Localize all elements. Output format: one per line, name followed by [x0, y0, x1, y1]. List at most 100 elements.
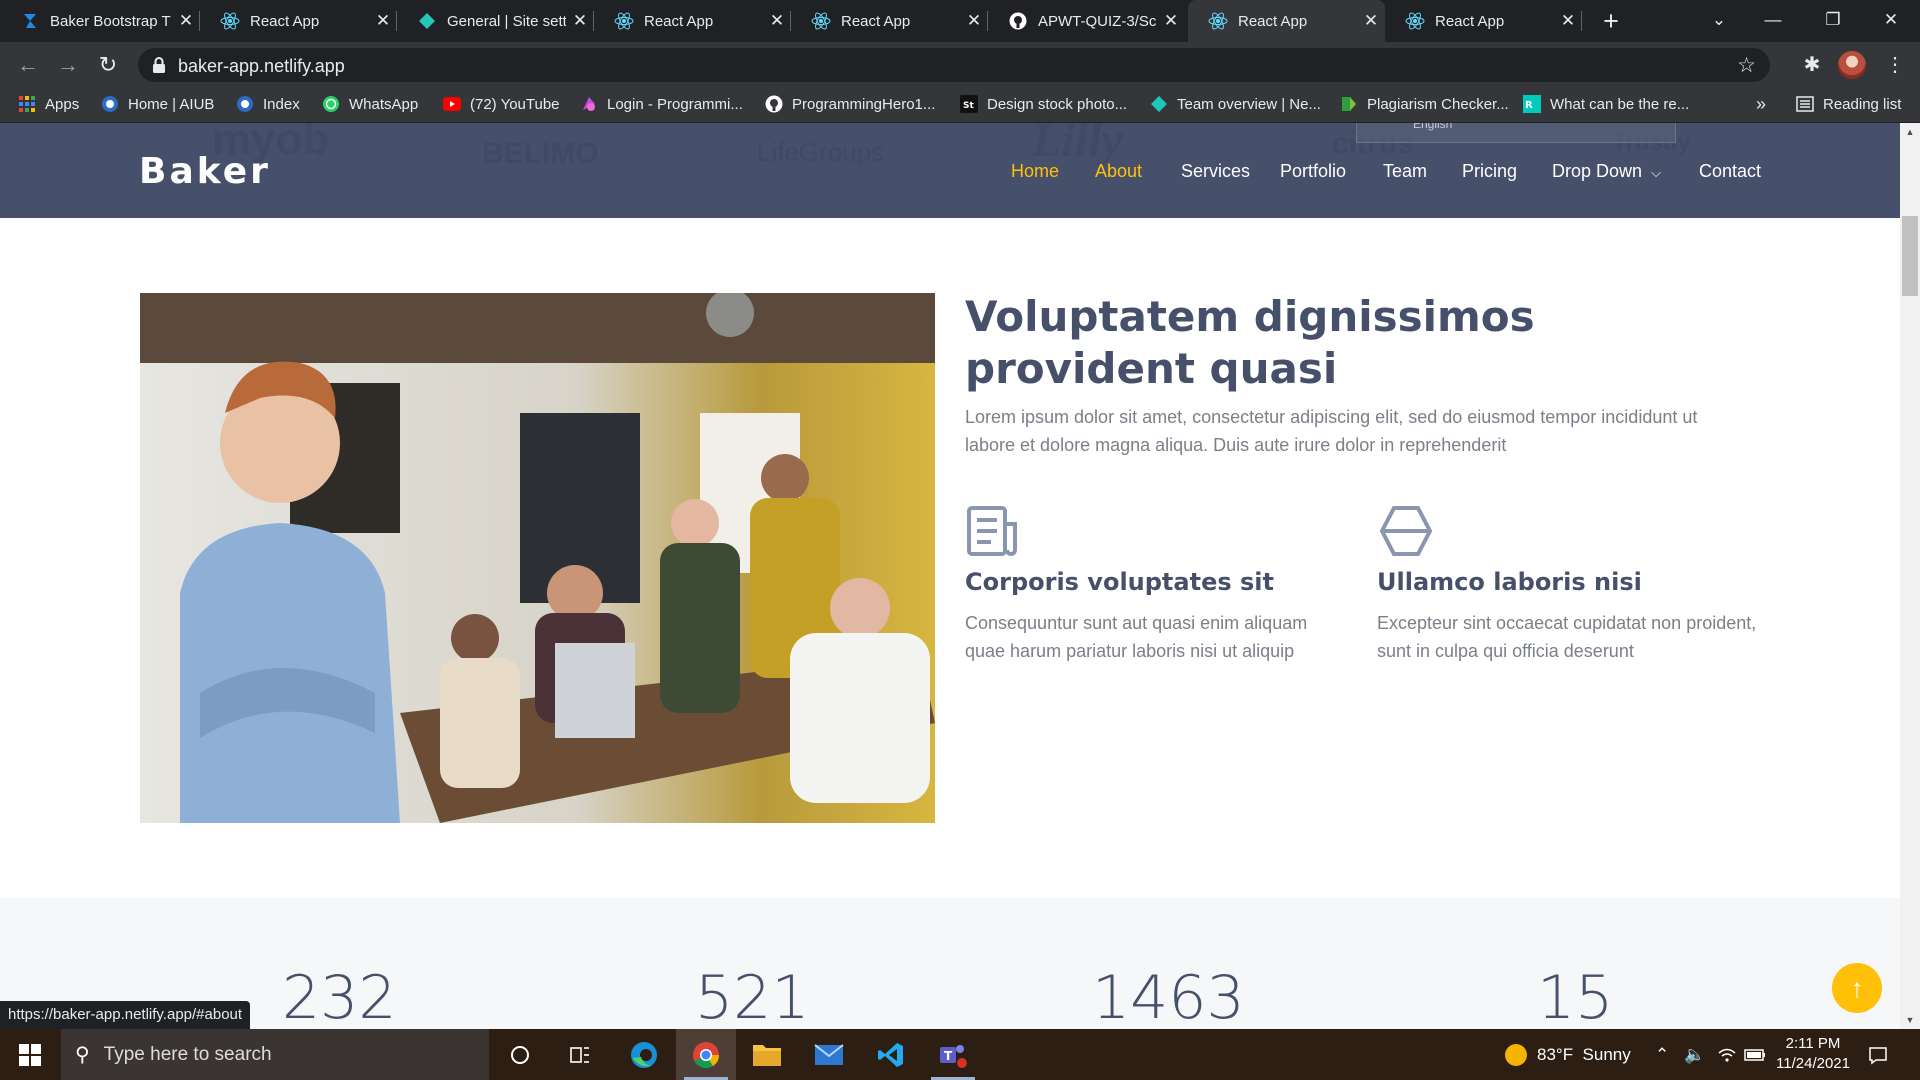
show-hidden-icons-chevron[interactable]: ⌃: [1655, 1029, 1669, 1080]
windows-start-icon[interactable]: [0, 1029, 60, 1080]
bookmark-design-stock[interactable]: St Design stock photo...: [960, 95, 1127, 113]
bookmark-programming-hero-login[interactable]: Login - Programmi...: [580, 95, 743, 113]
feature-title: Ullamco laboris nisi: [1377, 568, 1642, 596]
scrollbar-thumb[interactable]: [1902, 216, 1918, 296]
nav-drop-down[interactable]: Drop Down ⌵: [1552, 161, 1661, 182]
bookmark-youtube[interactable]: (72) YouTube: [443, 95, 560, 113]
nav-about[interactable]: About: [1095, 161, 1142, 182]
close-icon[interactable]: ✕: [1157, 11, 1185, 31]
taskbar-clock[interactable]: 2:11 PM 11/24/2021: [1768, 1034, 1858, 1074]
browser-toolbar: ← → ↻ baker-app.netlify.app ☆ ✱ ⋮: [0, 42, 1920, 88]
aiub-icon: [101, 95, 119, 113]
profile-avatar[interactable]: [1838, 51, 1866, 79]
newspaper-icon: [965, 504, 1021, 558]
close-icon[interactable]: ✕: [960, 11, 988, 31]
github-icon: [765, 95, 783, 113]
extensions-puzzle-icon[interactable]: ✱: [1797, 50, 1827, 80]
netlify-icon: [1150, 95, 1168, 113]
task-view-icon[interactable]: [550, 1029, 610, 1080]
vscode-icon[interactable]: [861, 1029, 921, 1080]
cortana-icon[interactable]: [490, 1029, 550, 1080]
bookmark-apps[interactable]: Apps: [18, 95, 79, 113]
shutterstock-icon: St: [960, 95, 978, 113]
react-icon: [811, 11, 831, 31]
teams-icon[interactable]: T: [923, 1029, 983, 1080]
back-arrow-icon[interactable]: ←: [12, 49, 44, 81]
bookmark-whatsapp[interactable]: WhatsApp: [322, 95, 418, 113]
minimize-button[interactable]: —: [1744, 0, 1802, 42]
restore-button[interactable]: ❐: [1804, 0, 1862, 42]
bookmark-github-programminghero[interactable]: ProgrammingHero1...: [765, 95, 935, 113]
nav-home[interactable]: Home: [1011, 161, 1059, 182]
tab-react-app-active[interactable]: React App ✕: [1188, 0, 1385, 42]
tab-baker-bootstrap[interactable]: Baker Bootstrap T ✕: [0, 0, 200, 42]
mail-icon[interactable]: [799, 1029, 859, 1080]
client-logo: LifeGroups: [757, 137, 885, 167]
tab-react-app[interactable]: React App ✕: [791, 0, 988, 42]
file-explorer-icon[interactable]: [737, 1029, 797, 1080]
nav-services[interactable]: Services: [1181, 161, 1250, 182]
chrome-icon[interactable]: [676, 1029, 736, 1080]
feature-title: Corporis voluptates sit: [965, 568, 1274, 596]
stat-counter: 15: [1537, 963, 1614, 1029]
svg-text:R: R: [1525, 100, 1533, 111]
tab-react-app[interactable]: React App ✕: [200, 0, 397, 42]
tab-react-app[interactable]: React App ✕: [1385, 0, 1582, 42]
forward-arrow-icon[interactable]: →: [52, 49, 84, 81]
battery-icon[interactable]: [1744, 1029, 1766, 1080]
bookmark-home-aiub[interactable]: Home | AIUB: [101, 95, 214, 113]
tab-netlify-settings[interactable]: General | Site sett ✕: [397, 0, 594, 42]
bookmark-plagiarism[interactable]: Plagiarism Checker...: [1340, 95, 1509, 113]
scroll-down-arrow[interactable]: ▼: [1900, 1015, 1920, 1025]
tab-react-app[interactable]: React App ✕: [594, 0, 791, 42]
reload-icon[interactable]: ↻: [92, 49, 124, 81]
search-icon: ⚲: [75, 1044, 90, 1066]
bookmark-team-overview[interactable]: Team overview | Ne...: [1150, 95, 1321, 113]
bookmark-index[interactable]: Index: [236, 95, 300, 113]
apps-grid-icon: [18, 95, 36, 113]
taskbar-search[interactable]: ⚲ Type here to search: [61, 1029, 489, 1080]
close-icon[interactable]: ✕: [1357, 11, 1385, 31]
arrow-up-icon: ↑: [1850, 973, 1864, 1003]
tab-github[interactable]: APWT-QUIZ-3/Sc ✕: [988, 0, 1185, 42]
scroll-up-arrow[interactable]: ▲: [1900, 127, 1920, 137]
notifications-icon[interactable]: [1868, 1029, 1888, 1080]
nav-team[interactable]: Team: [1383, 161, 1427, 182]
researchgate-icon: R: [1523, 95, 1541, 113]
close-icon[interactable]: ✕: [172, 11, 200, 31]
reading-list-button[interactable]: Reading list: [1796, 95, 1901, 113]
nav-contact[interactable]: Contact: [1699, 161, 1761, 182]
volume-icon[interactable]: 🔈: [1684, 1029, 1705, 1080]
new-tab-button[interactable]: +: [1596, 6, 1626, 36]
stat-counter: 232: [282, 963, 397, 1029]
programming-hero-icon: [580, 95, 598, 113]
brand-logo[interactable]: Baker: [139, 151, 271, 192]
browser-tab-strip: Baker Bootstrap T ✕ React App ✕ General …: [0, 0, 1920, 42]
more-bookmarks-chevron[interactable]: »: [1756, 94, 1766, 115]
bookmark-star-icon[interactable]: ☆: [1737, 53, 1756, 78]
about-title: Voluptatem dignissimos provident quasi: [965, 292, 1535, 393]
close-icon[interactable]: ✕: [566, 11, 594, 31]
page-scrollbar[interactable]: ▲ ▼: [1900, 123, 1920, 1029]
close-icon[interactable]: ✕: [369, 11, 397, 31]
baker-icon: [20, 11, 40, 31]
address-bar[interactable]: baker-app.netlify.app ☆: [138, 48, 1770, 82]
netlify-icon: [417, 11, 437, 31]
translate-widget[interactable]: English: [1356, 123, 1676, 143]
edge-icon[interactable]: [614, 1029, 674, 1080]
stat-counter: 1463: [1092, 963, 1245, 1029]
close-icon[interactable]: ✕: [763, 11, 791, 31]
menu-kebab-icon[interactable]: ⋮: [1880, 50, 1910, 80]
bookmark-researchgate[interactable]: R What can be the re...: [1523, 95, 1689, 113]
weather-widget[interactable]: 83°F Sunny: [1505, 1029, 1631, 1080]
client-logo: BELIMO: [482, 137, 599, 170]
nav-pricing[interactable]: Pricing: [1462, 161, 1517, 182]
url-text: baker-app.netlify.app: [178, 56, 345, 76]
tab-search-chevron-icon[interactable]: ⌄: [1690, 0, 1748, 42]
react-icon: [614, 11, 634, 31]
close-icon[interactable]: ✕: [1554, 11, 1582, 31]
wifi-icon[interactable]: [1718, 1029, 1736, 1080]
close-window-button[interactable]: ✕: [1862, 0, 1920, 42]
nav-portfolio[interactable]: Portfolio: [1280, 161, 1346, 182]
back-to-top-button[interactable]: ↑: [1832, 963, 1882, 1013]
